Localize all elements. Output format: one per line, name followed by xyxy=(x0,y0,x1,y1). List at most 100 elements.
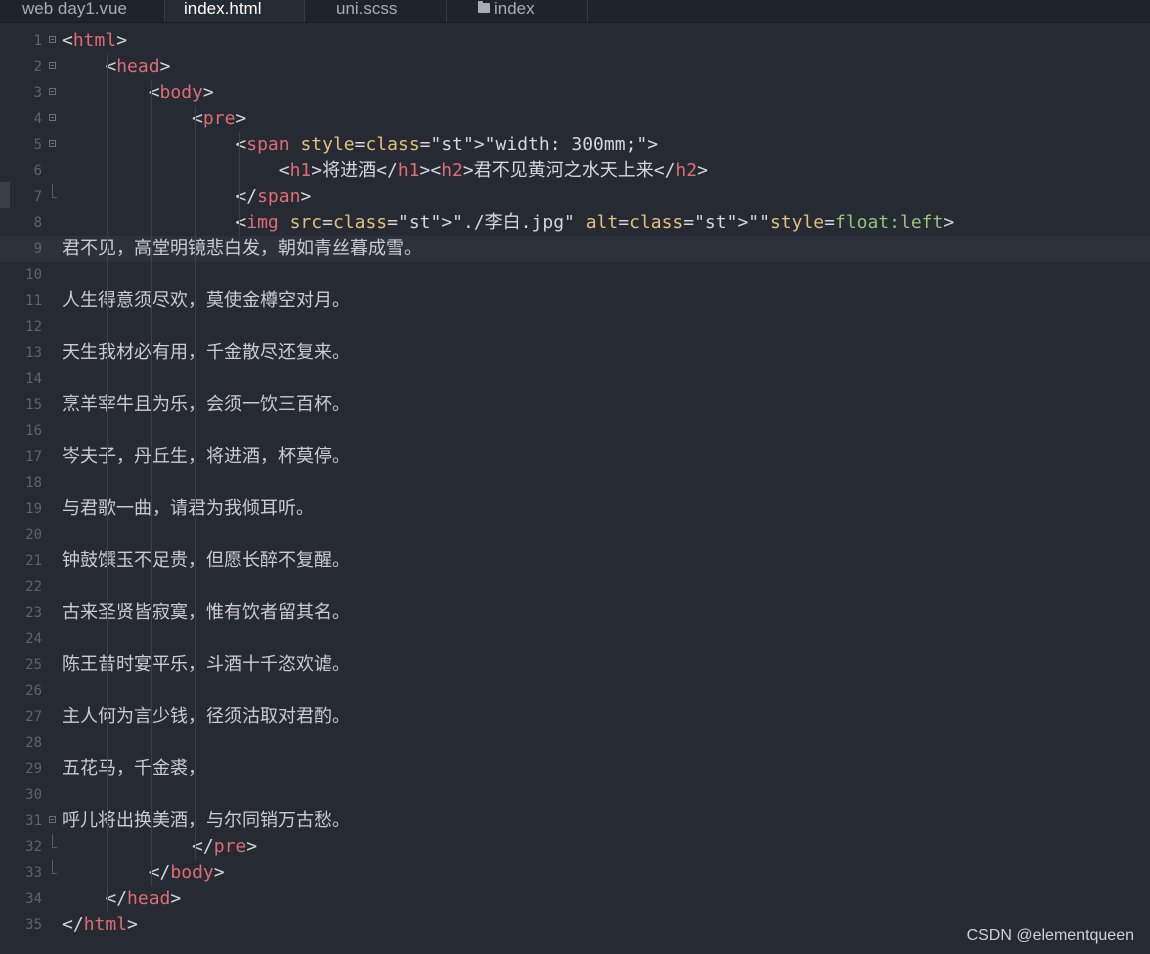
line-number: 3 xyxy=(33,85,42,101)
code-line[interactable]: 22 xyxy=(0,574,1150,600)
fold-toggle-icon[interactable] xyxy=(49,816,56,823)
code-text: <pre> xyxy=(192,108,247,129)
tab-uni-scss[interactable]: uni.scss xyxy=(305,0,447,22)
code-line[interactable]: 6 <h1>将进酒</h1><h2>君不见黄河之水天上来</h2> xyxy=(0,158,1150,184)
folder-icon xyxy=(478,1,490,13)
fold-toggle-icon[interactable] xyxy=(49,140,56,147)
line-number: 30 xyxy=(25,787,42,803)
code-line[interactable]: 34 </head> xyxy=(0,886,1150,912)
code-line[interactable]: 13 天生我材必有用，千金散尽还复来。 xyxy=(0,340,1150,366)
code-line[interactable]: 14 xyxy=(0,366,1150,392)
code-editor[interactable]: 1 <html> 2 <head> 3 <body> 4 <pre> 5 <span st… xyxy=(0,28,1150,948)
code-line[interactable]: 7 </span> xyxy=(0,184,1150,210)
code-line[interactable]: 16 xyxy=(0,418,1150,444)
code-line[interactable]: 17 岑夫子，丹丘生，将进酒，杯莫停。 xyxy=(0,444,1150,470)
code-line[interactable]: 24 xyxy=(0,626,1150,652)
code-line[interactable]: 20 xyxy=(0,522,1150,548)
fold-end-icon xyxy=(52,184,57,198)
code-text: <head> xyxy=(105,56,171,77)
code-line[interactable]: 1 <html> xyxy=(0,28,1150,54)
line-number: 16 xyxy=(25,423,42,439)
code-text: 呼儿将出换美酒，与尔同销万古愁。 xyxy=(62,810,350,831)
tab-label: index.html xyxy=(184,0,262,18)
code-line[interactable]: 33 </body> xyxy=(0,860,1150,886)
code-text: </html> xyxy=(62,914,138,935)
code-line[interactable]: 29 五花马，千金裘， xyxy=(0,756,1150,782)
line-number: 5 xyxy=(33,137,42,153)
code-text: <body> xyxy=(148,82,214,103)
code-text: 与君歌一曲，请君为我倾耳听。 xyxy=(62,498,314,519)
code-line[interactable]: 27 主人何为言少钱，径须沽取对君酌。 xyxy=(0,704,1150,730)
line-number: 12 xyxy=(25,319,42,335)
code-line[interactable]: 32 </pre> xyxy=(0,834,1150,860)
watermark: CSDN @elementqueen xyxy=(966,927,1134,944)
code-line[interactable]: 21 钟鼓馔玉不足贵，但愿长醉不复醒。 xyxy=(0,548,1150,574)
line-number: 7 xyxy=(33,189,42,205)
line-number: 11 xyxy=(25,293,42,309)
tab-label: web day1.vue xyxy=(22,0,127,18)
code-line[interactable]: 30 xyxy=(0,782,1150,808)
line-number: 19 xyxy=(25,501,42,517)
code-line[interactable]: 8 <img src=class="st">"./李白.jpg" alt=cla… xyxy=(0,210,1150,236)
code-text: 五花马，千金裘， xyxy=(62,758,206,779)
code-text: </span> xyxy=(235,186,312,207)
code-line[interactable]: 26 xyxy=(0,678,1150,704)
indent-guide xyxy=(107,54,108,912)
tab-label: uni.scss xyxy=(336,0,398,18)
code-line[interactable]: 25 陈王昔时宴平乐，斗酒十千恣欢谑。 xyxy=(0,652,1150,678)
fold-toggle-icon[interactable] xyxy=(49,114,56,121)
tab-web-day1-vue[interactable]: web day1.vue xyxy=(0,0,165,22)
code-text: <h1>将进酒</h1><h2>君不见黄河之水天上来</h2> xyxy=(278,160,708,181)
line-number: 20 xyxy=(25,527,42,543)
line-number: 17 xyxy=(25,449,42,465)
line-number: 31 xyxy=(25,813,42,829)
line-number: 18 xyxy=(25,475,42,491)
line-number: 34 xyxy=(25,891,42,907)
code-line[interactable]: 10 xyxy=(0,262,1150,288)
line-number: 27 xyxy=(25,709,42,725)
indent-guide xyxy=(151,80,152,886)
code-line[interactable]: 31 呼儿将出换美酒，与尔同销万古愁。 xyxy=(0,808,1150,834)
line-number: 21 xyxy=(25,553,42,569)
line-number: 4 xyxy=(33,111,42,127)
line-number: 33 xyxy=(25,865,42,881)
line-number: 6 xyxy=(33,163,42,179)
code-text: <html> xyxy=(62,30,128,51)
code-text: </head> xyxy=(105,888,182,909)
fold-toggle-icon[interactable] xyxy=(49,88,56,95)
code-line[interactable]: 3 <body> xyxy=(0,80,1150,106)
code-text: 人生得意须尽欢，莫使金樽空对月。 xyxy=(62,290,350,311)
line-number: 13 xyxy=(25,345,42,361)
code-text: 烹羊宰牛且为乐，会须一饮三百杯。 xyxy=(62,394,350,415)
fold-toggle-icon[interactable] xyxy=(49,36,56,43)
code-line[interactable]: 19 与君歌一曲，请君为我倾耳听。 xyxy=(0,496,1150,522)
fold-end-icon xyxy=(52,834,57,848)
fold-toggle-icon[interactable] xyxy=(49,62,56,69)
code-line[interactable]: 28 xyxy=(0,730,1150,756)
code-line[interactable]: 11 人生得意须尽欢，莫使金樽空对月。 xyxy=(0,288,1150,314)
line-number: 10 xyxy=(25,267,42,283)
code-line[interactable]: 4 <pre> xyxy=(0,106,1150,132)
fold-end-icon xyxy=(52,860,57,874)
line-number: 15 xyxy=(25,397,42,413)
code-line[interactable]: 9 君不见，高堂明镜悲白发，朝如青丝暮成雪。 xyxy=(0,236,1150,262)
code-line[interactable]: 15 烹羊宰牛且为乐，会须一饮三百杯。 xyxy=(0,392,1150,418)
indent-guide xyxy=(239,132,240,236)
code-line[interactable]: 18 xyxy=(0,470,1150,496)
indent-guide xyxy=(195,106,196,860)
line-number: 23 xyxy=(25,605,42,621)
line-number: 24 xyxy=(25,631,42,647)
code-text: 陈王昔时宴平乐，斗酒十千恣欢谑。 xyxy=(62,654,350,675)
code-text: 岑夫子，丹丘生，将进酒，杯莫停。 xyxy=(62,446,350,467)
code-line[interactable]: 2 <head> xyxy=(0,54,1150,80)
code-line[interactable]: 5 <span style=class="st">"width: 300mm;"… xyxy=(0,132,1150,158)
line-number: 9 xyxy=(33,241,42,257)
code-line[interactable]: 23 古来圣贤皆寂寞，惟有饮者留其名。 xyxy=(0,600,1150,626)
tab-index-html[interactable]: index.html xyxy=(165,0,305,22)
code-line[interactable]: 12 xyxy=(0,314,1150,340)
code-text: 主人何为言少钱，径须沽取对君酌。 xyxy=(62,706,350,727)
line-number: 1 xyxy=(33,33,42,49)
tab-index-folder[interactable]: index xyxy=(447,0,588,22)
code-text: 天生我材必有用，千金散尽还复来。 xyxy=(62,342,350,363)
line-number: 14 xyxy=(25,371,42,387)
